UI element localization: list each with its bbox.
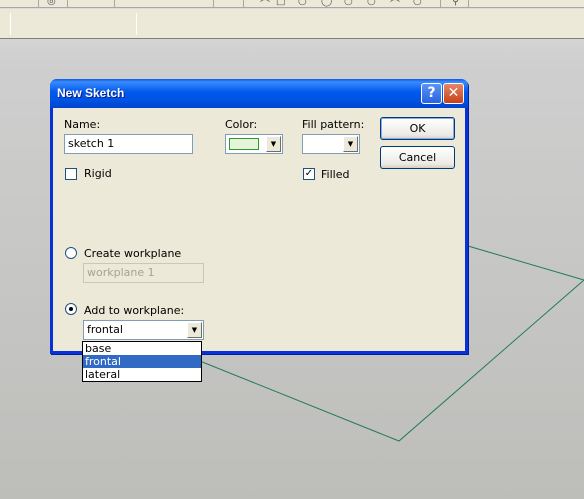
ok-button[interactable]: OK [380,117,455,140]
create-workplane-label: Create workplane [84,247,182,260]
color-label: Color: [225,118,258,131]
dialog-body: Name: sketch 1 Color: ▼ Fill pattern: ▼ … [53,108,465,354]
toolbar-tool-icon[interactable]: □ [276,0,285,7]
toolbar-tool-icon[interactable]: ◯ [321,0,332,7]
toolbar-separator [243,0,244,8]
dropdown-option-frontal[interactable]: frontal [83,355,201,368]
workplane-name-input[interactable]: workplane 1 [83,263,204,283]
name-input[interactable]: sketch 1 [64,134,193,154]
new-sketch-dialog: New Sketch ? ✕ Name: sketch 1 Color: ▼ F… [50,79,468,354]
add-to-workplane-label: Add to workplane: [84,304,185,317]
workplane-dropdown[interactable]: frontal ▼ [83,320,204,340]
dialog-title: New Sketch [57,86,125,100]
workplane-dropdown-value: frontal [87,323,123,336]
help-icon: ? [427,85,436,101]
chevron-down-icon[interactable]: ▼ [187,322,202,338]
chevron-down-icon[interactable]: ▼ [343,136,358,152]
toolbar-separator [114,0,115,8]
dropdown-option-base[interactable]: base [83,342,201,355]
toolbar-tool-icon[interactable]: ○ [413,0,422,7]
zoom-icon[interactable]: ⚲ [452,0,459,7]
cancel-button[interactable]: Cancel [380,146,455,169]
toolbar-separator [136,13,137,35]
fill-pattern-label: Fill pattern: [302,118,365,131]
create-workplane-radio[interactable] [65,247,77,259]
rigid-label: Rigid [84,167,112,180]
add-to-workplane-radio[interactable] [65,303,77,315]
app-toolbar-second [0,9,584,39]
check-icon: ✓ [304,168,314,179]
close-button[interactable]: ✕ [443,83,464,104]
toolbar-separator [38,0,39,8]
toolbar-separator [468,0,469,8]
toolbar-tool-icon[interactable]: ◎ [47,0,56,7]
toolbar-tool-icon[interactable]: ○ [298,0,307,7]
help-button[interactable]: ? [421,83,442,104]
toolbar-separator [67,0,68,8]
dialog-titlebar[interactable]: New Sketch ? ✕ [50,79,468,108]
toolbar-separator [213,0,214,8]
close-icon: ✕ [447,85,460,101]
workplane-dropdown-list: base frontal lateral [82,341,202,382]
toolbar-separator [10,13,11,35]
toolbar-separator [440,0,441,8]
filled-label: Filled [321,168,350,181]
chevron-down-icon[interactable]: ▼ [266,136,281,152]
rigid-checkbox[interactable] [65,168,77,180]
color-swatch [229,138,259,150]
fill-pattern-dropdown[interactable]: ▼ [302,134,360,154]
app-toolbar-top: ◎ ⌒ □ ○ ◯ ○ ○ ⌒ ○ ⚲ [0,0,584,11]
color-dropdown[interactable]: ▼ [225,134,283,154]
filled-checkbox[interactable]: ✓ [303,168,315,180]
toolbar-tool-icon[interactable]: ○ [344,0,353,7]
toolbar-tool-icon[interactable]: ○ [367,0,376,7]
name-label: Name: [64,118,101,131]
dropdown-option-lateral[interactable]: lateral [83,368,201,381]
